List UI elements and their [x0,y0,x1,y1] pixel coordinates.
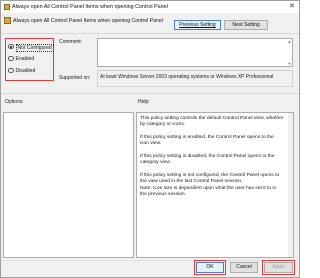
help-paragraph: If this policy setting is not configured… [140,173,280,197]
supported-on-label: Supported on: [59,75,91,81]
scroll-down-icon[interactable]: ▼ [287,61,292,66]
state-radio-group: Not Configured Enabled Disabled [5,38,54,81]
next-setting-button[interactable]: Next Setting [224,20,268,30]
policy-icon [4,4,10,10]
help-paragraph: This policy setting controls the default… [140,116,284,128]
scroll-up-icon[interactable]: ▲ [287,39,292,44]
help-scrollbar[interactable] [288,113,293,257]
window-title: Always open All Control Panel Items when… [12,3,168,10]
previous-setting-button[interactable]: Previous Setting [174,20,221,30]
title-bar: Always open All Control Panel Items when… [1,1,299,13]
comment-textarea[interactable]: ▲ ▼ [97,38,293,67]
supported-on-field: At least Windows Server 2003 operating s… [97,70,293,87]
options-label: Options: [5,99,24,105]
divider [1,33,299,34]
supported-on-value: At least Windows Server 2003 operating s… [100,74,274,80]
radio-label: Enabled [15,56,35,63]
policy-title: Always open All Control Panel Items when… [13,18,163,24]
help-paragraph: If this policy setting is enabled, the C… [140,135,274,147]
radio-button-selected[interactable] [8,43,14,50]
help-panel[interactable]: This policy setting controls the default… [136,112,294,258]
help-paragraph: If this policy setting is disabled, the … [140,154,275,166]
policy-dialog-window: Always open All Control Panel Items when… [0,0,300,278]
previous-setting-label: Previous Setting [179,22,216,28]
radio-label: Not Configured [15,43,54,52]
radio-button[interactable] [8,67,14,74]
policy-icon [4,16,11,24]
apply-button[interactable]: Apply [262,260,295,275]
divider [1,260,299,261]
help-label: Help: [138,99,150,105]
comment-label: Comment: [59,39,83,45]
close-icon[interactable]: ✕ [288,3,296,11]
cancel-button[interactable]: Cancel [230,262,258,273]
ok-button[interactable]: OK [194,260,226,275]
divider [1,93,299,94]
options-panel [3,112,134,258]
radio-button[interactable] [8,55,14,62]
radio-label: Disabled [15,68,36,75]
